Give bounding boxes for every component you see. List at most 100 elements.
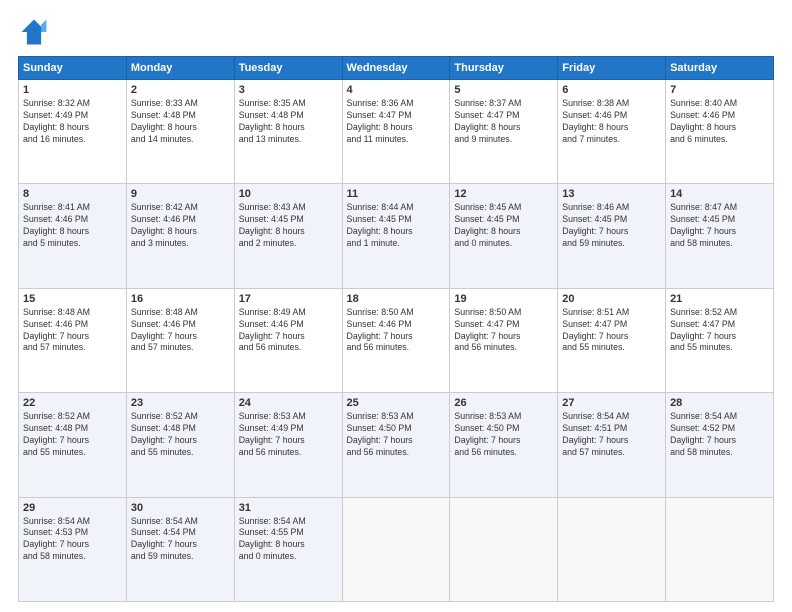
- day-info: Sunrise: 8:51 AMSunset: 4:47 PMDaylight:…: [562, 307, 661, 355]
- calendar-cell: 30 Sunrise: 8:54 AMSunset: 4:54 PMDayligh…: [126, 497, 234, 601]
- day-info: Sunrise: 8:54 AMSunset: 4:53 PMDaylight:…: [23, 516, 122, 564]
- day-info: Sunrise: 8:50 AMSunset: 4:47 PMDaylight:…: [454, 307, 553, 355]
- day-info: Sunrise: 8:48 AMSunset: 4:46 PMDaylight:…: [23, 307, 122, 355]
- day-info: Sunrise: 8:32 AMSunset: 4:49 PMDaylight:…: [23, 98, 122, 146]
- day-info: Sunrise: 8:53 AMSunset: 4:49 PMDaylight:…: [239, 411, 338, 459]
- day-info: Sunrise: 8:38 AMSunset: 4:46 PMDaylight:…: [562, 98, 661, 146]
- calendar-cell: 15 Sunrise: 8:48 AMSunset: 4:46 PMDayligh…: [19, 288, 127, 392]
- day-info: Sunrise: 8:49 AMSunset: 4:46 PMDaylight:…: [239, 307, 338, 355]
- calendar-cell: 13 Sunrise: 8:46 AMSunset: 4:45 PMDayligh…: [558, 184, 666, 288]
- weekday-header-monday: Monday: [126, 57, 234, 80]
- day-number: 15: [23, 293, 122, 305]
- calendar-cell: 1 Sunrise: 8:32 AMSunset: 4:49 PMDaylight…: [19, 80, 127, 184]
- calendar-cell: 9 Sunrise: 8:42 AMSunset: 4:46 PMDaylight…: [126, 184, 234, 288]
- day-info: Sunrise: 8:54 AMSunset: 4:52 PMDaylight:…: [670, 411, 769, 459]
- calendar-cell: 26Sunrise: 8:53 AMSunset: 4:50 PMDayligh…: [450, 393, 558, 497]
- day-number: 12: [454, 188, 553, 200]
- day-number: 21: [670, 293, 769, 305]
- calendar-cell: 27 Sunrise: 8:54 AMSunset: 4:51 PMDayligh…: [558, 393, 666, 497]
- day-number: 4: [347, 84, 446, 96]
- day-number: 24: [239, 397, 338, 409]
- day-info: Sunrise: 8:37 AMSunset: 4:47 PMDaylight:…: [454, 98, 553, 146]
- weekday-header-tuesday: Tuesday: [234, 57, 342, 80]
- calendar-cell: 17 Sunrise: 8:49 AMSunset: 4:46 PMDayligh…: [234, 288, 342, 392]
- calendar-cell: 14 Sunrise: 8:47 AMSunset: 4:45 PMDayligh…: [666, 184, 774, 288]
- day-number: 13: [562, 188, 661, 200]
- calendar-week-row: 1 Sunrise: 8:32 AMSunset: 4:49 PMDaylight…: [19, 80, 774, 184]
- calendar-cell: [666, 497, 774, 601]
- day-number: 22: [23, 397, 122, 409]
- logo-icon: [18, 16, 50, 48]
- day-number: 3: [239, 84, 338, 96]
- day-info: Sunrise: 8:54 AMSunset: 4:55 PMDaylight:…: [239, 516, 338, 564]
- calendar-cell: 21 Sunrise: 8:52 AMSunset: 4:47 PMDayligh…: [666, 288, 774, 392]
- day-info: Sunrise: 8:36 AMSunset: 4:47 PMDaylight:…: [347, 98, 446, 146]
- day-info: Sunrise: 8:53 AMSunset: 4:50 PMDaylight:…: [454, 411, 553, 459]
- day-number: 23: [131, 397, 230, 409]
- day-info: Sunrise: 8:47 AMSunset: 4:45 PMDaylight:…: [670, 202, 769, 250]
- calendar-cell: 31 Sunrise: 8:54 AMSunset: 4:55 PMDayligh…: [234, 497, 342, 601]
- day-number: 18: [347, 293, 446, 305]
- day-number: 28: [670, 397, 769, 409]
- day-info: Sunrise: 8:48 AMSunset: 4:46 PMDaylight:…: [131, 307, 230, 355]
- day-number: 25: [347, 397, 446, 409]
- day-number: 9: [131, 188, 230, 200]
- calendar-cell: 10Sunrise: 8:43 AMSunset: 4:45 PMDayligh…: [234, 184, 342, 288]
- weekday-header-sunday: Sunday: [19, 57, 127, 80]
- calendar-cell: 25Sunrise: 8:53 AMSunset: 4:50 PMDayligh…: [342, 393, 450, 497]
- calendar-cell: 2Sunrise: 8:33 AMSunset: 4:48 PMDaylight…: [126, 80, 234, 184]
- day-info: Sunrise: 8:52 AMSunset: 4:48 PMDaylight:…: [23, 411, 122, 459]
- weekday-header-wednesday: Wednesday: [342, 57, 450, 80]
- calendar-cell: 6 Sunrise: 8:38 AMSunset: 4:46 PMDaylight…: [558, 80, 666, 184]
- day-info: Sunrise: 8:46 AMSunset: 4:45 PMDaylight:…: [562, 202, 661, 250]
- calendar-cell: 24 Sunrise: 8:53 AMSunset: 4:49 PMDayligh…: [234, 393, 342, 497]
- calendar-cell: 28 Sunrise: 8:54 AMSunset: 4:52 PMDayligh…: [666, 393, 774, 497]
- calendar-cell: 19 Sunrise: 8:50 AMSunset: 4:47 PMDayligh…: [450, 288, 558, 392]
- day-number: 6: [562, 84, 661, 96]
- weekday-header-thursday: Thursday: [450, 57, 558, 80]
- day-info: Sunrise: 8:41 AMSunset: 4:46 PMDaylight:…: [23, 202, 122, 250]
- day-info: Sunrise: 8:52 AMSunset: 4:48 PMDaylight:…: [131, 411, 230, 459]
- header: [18, 16, 774, 48]
- calendar-week-row: 29Sunrise: 8:54 AMSunset: 4:53 PMDayligh…: [19, 497, 774, 601]
- day-info: Sunrise: 8:42 AMSunset: 4:46 PMDaylight:…: [131, 202, 230, 250]
- logo: [18, 16, 54, 48]
- day-number: 20: [562, 293, 661, 305]
- day-info: Sunrise: 8:45 AMSunset: 4:45 PMDaylight:…: [454, 202, 553, 250]
- day-info: Sunrise: 8:35 AMSunset: 4:48 PMDaylight:…: [239, 98, 338, 146]
- day-number: 11: [347, 188, 446, 200]
- day-number: 19: [454, 293, 553, 305]
- calendar-cell: [450, 497, 558, 601]
- calendar-cell: 4 Sunrise: 8:36 AMSunset: 4:47 PMDaylight…: [342, 80, 450, 184]
- day-number: 14: [670, 188, 769, 200]
- day-info: Sunrise: 8:40 AMSunset: 4:46 PMDaylight:…: [670, 98, 769, 146]
- day-number: 16: [131, 293, 230, 305]
- day-number: 7: [670, 84, 769, 96]
- day-info: Sunrise: 8:54 AMSunset: 4:51 PMDaylight:…: [562, 411, 661, 459]
- calendar-cell: [558, 497, 666, 601]
- day-number: 1: [23, 84, 122, 96]
- day-number: 31: [239, 502, 338, 514]
- day-info: Sunrise: 8:52 AMSunset: 4:47 PMDaylight:…: [670, 307, 769, 355]
- day-number: 17: [239, 293, 338, 305]
- calendar-cell: 20 Sunrise: 8:51 AMSunset: 4:47 PMDayligh…: [558, 288, 666, 392]
- calendar-cell: 8 Sunrise: 8:41 AMSunset: 4:46 PMDaylight…: [19, 184, 127, 288]
- calendar-week-row: 8 Sunrise: 8:41 AMSunset: 4:46 PMDaylight…: [19, 184, 774, 288]
- day-number: 8: [23, 188, 122, 200]
- calendar-cell: [342, 497, 450, 601]
- day-number: 30: [131, 502, 230, 514]
- calendar-week-row: 22 Sunrise: 8:52 AMSunset: 4:48 PMDayligh…: [19, 393, 774, 497]
- day-number: 27: [562, 397, 661, 409]
- day-info: Sunrise: 8:50 AMSunset: 4:46 PMDaylight:…: [347, 307, 446, 355]
- calendar-cell: 29Sunrise: 8:54 AMSunset: 4:53 PMDayligh…: [19, 497, 127, 601]
- day-info: Sunrise: 8:33 AMSunset: 4:48 PMDaylight:…: [131, 98, 230, 146]
- calendar-table: SundayMondayTuesdayWednesdayThursdayFrid…: [18, 56, 774, 602]
- calendar-cell: 3 Sunrise: 8:35 AMSunset: 4:48 PMDaylight…: [234, 80, 342, 184]
- calendar-cell: 18 Sunrise: 8:50 AMSunset: 4:46 PMDayligh…: [342, 288, 450, 392]
- day-number: 5: [454, 84, 553, 96]
- calendar-cell: 22 Sunrise: 8:52 AMSunset: 4:48 PMDayligh…: [19, 393, 127, 497]
- day-info: Sunrise: 8:54 AMSunset: 4:54 PMDaylight:…: [131, 516, 230, 564]
- calendar-cell: 7 Sunrise: 8:40 AMSunset: 4:46 PMDaylight…: [666, 80, 774, 184]
- weekday-header-saturday: Saturday: [666, 57, 774, 80]
- weekday-header-friday: Friday: [558, 57, 666, 80]
